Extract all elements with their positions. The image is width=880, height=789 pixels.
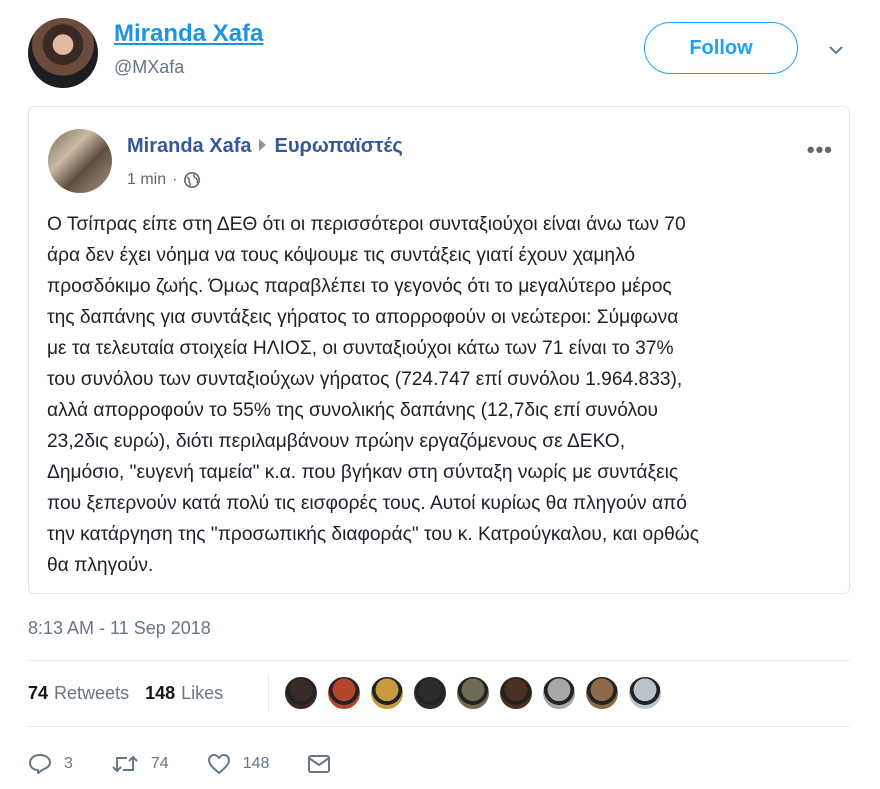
direct-message-button[interactable] xyxy=(307,754,343,774)
reply-button[interactable]: 3 xyxy=(28,753,73,775)
author-handle[interactable]: @MXafa xyxy=(114,57,184,78)
like-count: 148 xyxy=(242,755,270,772)
liker-avatar[interactable] xyxy=(541,675,577,711)
retweet-count: 74 xyxy=(150,755,169,772)
liker-avatars xyxy=(268,674,670,712)
retweets-stat[interactable]: 74 Retweets xyxy=(28,683,129,704)
reply-count: 3 xyxy=(64,755,73,772)
divider xyxy=(28,726,850,727)
envelope-icon xyxy=(308,755,331,773)
embedded-facebook-post[interactable]: Miranda Xafa Ευρωπαϊστές 1 min · ••• Ο Τσ… xyxy=(28,106,850,594)
liker-avatar[interactable] xyxy=(283,675,319,711)
liker-avatar[interactable] xyxy=(627,675,663,711)
reply-icon xyxy=(29,754,51,774)
heart-icon xyxy=(207,754,230,774)
liker-avatar[interactable] xyxy=(498,675,534,711)
retweets-count: 74 xyxy=(28,682,49,703)
globe-icon xyxy=(184,172,201,188)
liker-avatar[interactable] xyxy=(455,675,491,711)
separator-dot: · xyxy=(172,171,178,188)
retweet-button[interactable]: 74 xyxy=(111,753,169,775)
divider xyxy=(28,660,850,661)
post-body-text: Ο Τσίπρας είπε στη ΔΕΘ ότι οι περισσότερ… xyxy=(47,214,700,576)
likes-stat[interactable]: 148 Likes xyxy=(145,683,223,704)
like-button[interactable]: 148 xyxy=(207,753,270,775)
liker-avatar[interactable] xyxy=(412,675,448,711)
tweet-header: Miranda Xafa @MXafa Follow xyxy=(0,0,880,100)
arrow-right-icon xyxy=(259,139,267,151)
liker-avatar[interactable] xyxy=(326,675,362,711)
likes-label: Likes xyxy=(181,682,224,703)
tweet-actions: 3 74 148 xyxy=(28,746,381,782)
post-author-avatar[interactable] xyxy=(48,129,112,193)
retweets-label: Retweets xyxy=(54,682,130,703)
follow-button[interactable]: Follow xyxy=(644,22,798,74)
more-options-icon[interactable]: ••• xyxy=(807,137,833,163)
retweet-icon xyxy=(112,755,138,773)
tweet-stats: 74 Retweets 148 Likes xyxy=(28,676,239,710)
author-avatar[interactable] xyxy=(28,18,98,88)
post-meta: 1 min · xyxy=(127,171,201,189)
post-author-line: Miranda Xafa Ευρωπαϊστές xyxy=(127,135,403,158)
liker-avatar[interactable] xyxy=(584,675,620,711)
chevron-down-icon[interactable] xyxy=(826,40,846,60)
likes-count: 148 xyxy=(145,682,176,703)
post-time[interactable]: 1 min xyxy=(127,171,166,189)
liker-avatar[interactable] xyxy=(369,675,405,711)
author-name[interactable]: Miranda Xafa xyxy=(114,20,263,48)
post-author-name[interactable]: Miranda Xafa xyxy=(127,135,251,157)
tweet-timestamp[interactable]: 8:13 AM - 11 Sep 2018 xyxy=(28,618,211,639)
post-group-name[interactable]: Ευρωπαϊστές xyxy=(274,135,402,157)
